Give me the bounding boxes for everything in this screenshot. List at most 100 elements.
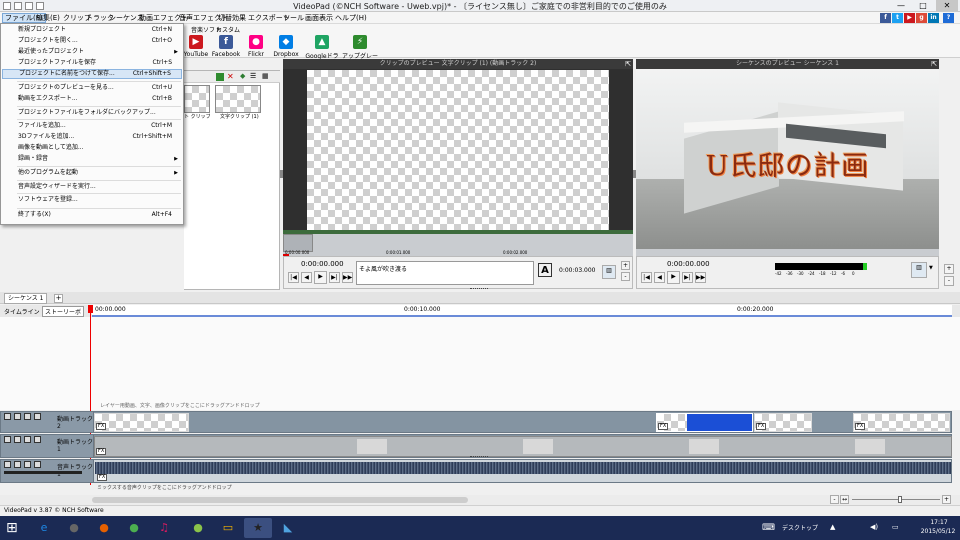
itunes-icon[interactable]: ♫ [150,518,178,538]
zoom-in-button[interactable]: + [942,495,951,504]
file-menu-item-11[interactable]: 録画・録音 ▶ [2,154,182,164]
file-menu-item-10[interactable]: 画像を動画として追加... [2,143,182,153]
zoom-out-button[interactable]: - [621,272,630,281]
app-icon[interactable]: ● [60,518,88,538]
menu-item-11[interactable]: ヘルプ(H) [333,13,369,23]
track-toggle-icon[interactable] [4,436,11,443]
file-menu-item-14[interactable]: ソフトウェアを登録... [2,195,182,205]
track-toggle-icon[interactable] [14,413,21,420]
minimize-button[interactable]: — [890,0,912,11]
splitter-handle[interactable] [280,170,283,178]
zoom-slider-thumb[interactable] [898,496,902,503]
file-menu-item-9[interactable]: 3Dファイルを追加... Ctrl+Shift+M [2,132,182,142]
media-thumbnail[interactable] [184,85,210,113]
fx-icon[interactable]: FX [658,423,669,430]
fx-icon[interactable]: FX [855,423,866,430]
media-thumbnail[interactable] [215,85,261,113]
file-menu-item-5[interactable]: プロジェクトのプレビューを見る... Ctrl+U [2,83,182,93]
toolbar-button-3[interactable]: ◆ Dropbox [268,35,304,58]
file-menu-item-1[interactable]: プロジェクトを開く... Ctrl+O [2,36,182,46]
network-icon[interactable]: ▲ [830,523,835,531]
fx-icon[interactable]: FX [97,474,108,481]
fx-icon[interactable]: FX [96,423,107,430]
videopad-icon[interactable]: ★ [244,518,272,538]
app-icon[interactable]: ◣ [274,518,302,538]
close-button[interactable]: ✕ [936,0,958,11]
clock-date[interactable]: 2015/05/12 [918,528,958,535]
help-icon[interactable]: ? [943,13,954,23]
timeline-clip-selected[interactable]: FX [656,413,753,432]
file-menu-item-4[interactable]: プロジェクトに名前をつけて保存... Ctrl+Shift+S [2,69,182,79]
step-forward-button[interactable]: ▶| [329,272,340,283]
video-track-2[interactable]: 動画トラック 2 FX FX FX FX [0,411,952,433]
skip-end-button[interactable]: ▶▶ [342,272,353,283]
add-icon[interactable] [216,73,224,81]
zoom-out-button[interactable]: - [830,495,839,504]
timeline-clip[interactable]: FX [94,436,952,457]
file-menu-item-7[interactable]: プロジェクトファイルをフォルダにバックアップ... [2,108,182,118]
grid-view-icon[interactable]: ▦ [262,72,269,80]
arrow-up-icon[interactable]: ◆ [240,72,245,80]
fx-icon[interactable]: FX [756,423,767,430]
delete-icon[interactable]: ✕ [227,72,234,81]
monitor-icon[interactable]: ▥ [911,262,927,278]
play-button[interactable]: ▶ [314,271,327,284]
track-toggle-icon[interactable] [14,436,21,443]
splitter-handle[interactable] [470,288,488,290]
timeline-clip[interactable]: FX [853,413,950,432]
file-menu-item-2[interactable]: 最近使ったプロジェクト ▶ [2,47,182,57]
windows-start-icon[interactable]: ⊞ [6,520,22,536]
menu-item-10[interactable]: 画面表示 [303,13,335,23]
notification-icon[interactable]: ▭ [892,523,899,531]
skip-end-button[interactable]: ▶▶ [695,272,706,283]
track-toggle-icon[interactable] [4,461,11,468]
timeline-clip[interactable]: FX [754,413,812,432]
maximize-button[interactable]: □ [912,0,934,11]
googleplus-icon[interactable]: g [916,13,927,23]
menu-item-1[interactable]: 編集(E) [34,13,62,23]
linkedin-icon[interactable]: in [928,13,939,23]
horizontal-scrollbar[interactable] [92,497,468,503]
undock-icon[interactable]: ⇱ [931,60,937,68]
fx-icon[interactable]: FX [96,448,107,455]
file-menu-item-8[interactable]: ファイルを追加... Ctrl+M [2,121,182,131]
firefox-icon[interactable]: ● [90,518,118,538]
audio-waveform[interactable] [95,462,951,474]
app-icon[interactable]: ● [184,518,212,538]
text-style-icon[interactable]: A [538,263,552,277]
skip-start-button[interactable]: |◀ [641,272,652,283]
file-menu-item-12[interactable]: 他のプログラムを起動 ▶ [2,168,182,178]
skip-start-button[interactable]: |◀ [288,272,299,283]
track-toggle-icon[interactable] [24,413,31,420]
splitter-handle[interactable] [470,456,488,458]
facebook-icon[interactable]: f [880,13,891,23]
track-toggle-icon[interactable] [14,461,21,468]
keyboard-icon[interactable]: ⌨ [762,523,775,533]
sequence-scrubber[interactable] [636,249,939,256]
timeline-ruler[interactable]: 00:00.000 0:00:10.000 0:00:20.000 [92,305,952,317]
clock-time[interactable]: 17:17 [920,519,958,526]
track-toggle-icon[interactable] [34,436,41,443]
file-menu-item-6[interactable]: 動画をエクスポート... Ctrl+B [2,94,182,104]
zoom-out-button[interactable]: - [944,276,954,286]
track-toggle-icon[interactable] [34,413,41,420]
custom-label[interactable]: カスタム [216,25,240,34]
tab-sequence-1[interactable]: シーケンス 1 [4,293,48,304]
playhead-handle[interactable] [88,305,93,313]
clip-text-input[interactable]: そよ風が吹き渡る [356,261,534,285]
tab-timeline[interactable]: タイムライン [4,307,40,316]
clip-scrubber[interactable]: 0:00:00.000 0:00:01.000 0:00:02.000 [283,234,633,256]
chevron-down-icon[interactable]: ▼ [929,265,933,271]
step-back-button[interactable]: ◀ [654,272,665,283]
desktop-label[interactable]: デスクトップ [782,523,818,532]
zoom-slider[interactable] [852,496,940,503]
tab-storyboard[interactable]: ストーリーボ [42,306,85,317]
track-toggle-icon[interactable] [34,461,41,468]
file-menu-item-13[interactable]: 音声設定ウィザードを実行... [2,182,182,192]
timeline-clip[interactable]: FX [94,413,189,432]
step-back-button[interactable]: ◀ [301,272,312,283]
menu-item-7[interactable]: 切替効果 [216,13,248,23]
place-on-timeline-icon[interactable]: ▥ [602,265,616,279]
file-menu-item-3[interactable]: プロジェクトファイルを保存 Ctrl+S [2,58,182,68]
youtube-icon[interactable]: ▶ [904,13,915,23]
